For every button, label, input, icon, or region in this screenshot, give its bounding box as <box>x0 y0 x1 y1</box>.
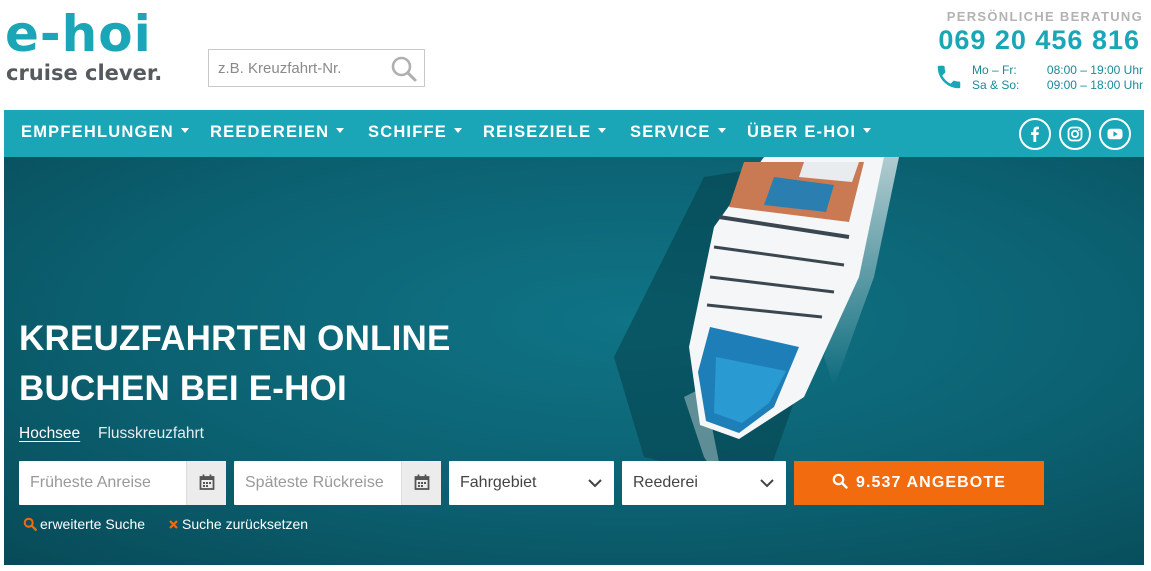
logo[interactable]: e-hoi cruise clever. <box>5 5 185 88</box>
search-offers-label: 9.537 ANGEBOTE <box>856 474 1006 491</box>
nav-label: SCHIFFE <box>368 123 447 141</box>
search-offers-button[interactable]: 9.537 ANGEBOTE <box>794 461 1044 505</box>
caret-down-icon <box>598 128 607 134</box>
nav-item-ueber-e-hoi[interactable]: ÜBER E-HOI <box>747 110 872 157</box>
nav-item-reedereien[interactable]: REEDEREIEN <box>210 110 345 157</box>
youtube-icon <box>1107 128 1123 140</box>
advanced-search-label: erweiterte Suche <box>40 516 146 532</box>
hero-title: KREUZFAHRTEN ONLINE BUCHEN BEI E-HOI <box>19 314 451 414</box>
nav-label: ÜBER E-HOI <box>747 123 857 141</box>
nav-label: EMPFEHLUNGEN <box>21 123 174 141</box>
nav-label: REISEZIELE <box>483 123 592 141</box>
weekend-label: Sa & So: <box>972 78 1020 92</box>
logo-wordmark: e-hoi <box>5 5 152 63</box>
search-icon <box>832 473 848 489</box>
contact-block: PERSÖNLICHE BERATUNG 069 20 456 816 Mo –… <box>913 9 1143 99</box>
earliest-arrival-field <box>19 461 226 505</box>
weekend-hours: 09:00 – 18:00 Uhr <box>1046 78 1143 92</box>
shipping-company-select[interactable]: Reederei <box>622 461 786 505</box>
contact-label: PERSÖNLICHE BERATUNG <box>946 9 1143 24</box>
tab-flusskreuzfahrt[interactable]: Flusskreuzfahrt <box>98 425 204 443</box>
reset-search-link[interactable]: Suche zurücksetzen <box>168 516 308 532</box>
facebook-link[interactable] <box>1019 118 1051 150</box>
weekday-label: Mo – Fr: <box>972 63 1017 77</box>
search-icon <box>23 517 37 532</box>
close-icon <box>169 520 178 529</box>
nav-item-reiseziele[interactable]: REISEZIELE <box>483 110 607 157</box>
search-icon <box>391 56 417 82</box>
reset-search-label: Suche zurücksetzen <box>182 516 309 532</box>
hero-title-line-2: BUCHEN BEI E-HOI <box>19 369 347 408</box>
caret-down-icon <box>863 128 872 134</box>
caret-down-icon <box>453 128 462 134</box>
chevron-down-icon <box>760 479 774 488</box>
cruise-number-input[interactable] <box>209 50 384 86</box>
latest-return-field <box>234 461 441 505</box>
caret-down-icon <box>717 128 726 134</box>
header-search <box>208 49 425 87</box>
caret-down-icon <box>180 128 189 134</box>
advanced-search-link[interactable]: erweiterte Suche <box>23 516 145 532</box>
instagram-link[interactable] <box>1059 118 1091 150</box>
nav-item-empfehlungen[interactable]: EMPFEHLUNGEN <box>21 110 189 157</box>
youtube-link[interactable] <box>1099 118 1131 150</box>
shipping-company-select-value: Reederei <box>633 474 698 491</box>
logo-tagline: cruise clever. <box>6 61 163 85</box>
nav-label: SERVICE <box>630 123 711 141</box>
earliest-arrival-input[interactable] <box>19 461 186 505</box>
weekday-hours: 08:00 – 19:00 Uhr <box>1046 63 1143 77</box>
calendar-icon <box>199 474 215 490</box>
nav-item-schiffe[interactable]: SCHIFFE <box>368 110 462 157</box>
nav-item-service[interactable]: SERVICE <box>630 110 726 157</box>
latest-return-calendar-button[interactable] <box>401 461 441 505</box>
earliest-arrival-calendar-button[interactable] <box>186 461 226 505</box>
main-nav: EMPFEHLUNGEN REEDEREIEN SCHIFFE REISEZIE… <box>4 110 1144 157</box>
calendar-icon <box>414 474 430 490</box>
instagram-icon <box>1067 126 1083 142</box>
latest-return-input[interactable] <box>234 461 401 505</box>
facebook-icon <box>1031 126 1039 142</box>
hero-title-line-1: KREUZFAHRTEN ONLINE <box>19 319 451 358</box>
region-select-value: Fahrgebiet <box>460 474 537 491</box>
tab-hochsee[interactable]: Hochsee <box>19 425 80 443</box>
phone-number[interactable]: 069 20 456 816 <box>938 25 1140 56</box>
search-button[interactable] <box>390 55 418 83</box>
nav-label: REEDEREIEN <box>210 123 330 141</box>
phone-icon <box>937 65 961 89</box>
chevron-down-icon <box>588 479 602 488</box>
hours-days: Mo – Fr: Sa & So: <box>972 63 1019 93</box>
hero-banner: KREUZFAHRTEN ONLINE BUCHEN BEI E-HOI Hoc… <box>4 157 1144 565</box>
caret-down-icon <box>336 128 345 134</box>
region-select[interactable]: Fahrgebiet <box>449 461 614 505</box>
hours-times: 08:00 – 19:00 Uhr 09:00 – 18:00 Uhr <box>1047 63 1143 93</box>
page: e-hoi cruise clever. PERSÖNLICHE BERATUN… <box>0 0 1151 571</box>
